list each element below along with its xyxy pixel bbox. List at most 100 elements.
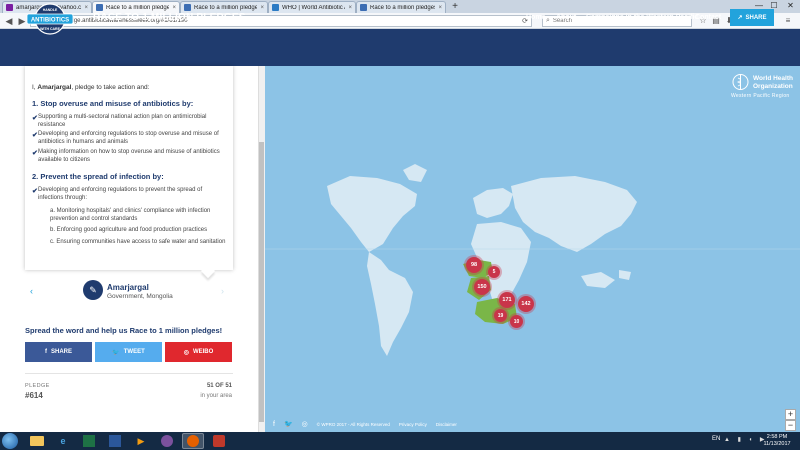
weibo-icon: ◎ [183, 349, 189, 356]
next-pledge-button[interactable]: › [221, 286, 224, 296]
twitter-icon: 🐦 [112, 349, 120, 356]
facebook-icon: f [44, 349, 47, 355]
previous-pledge-button[interactable]: ‹ [30, 286, 33, 296]
north-america-land [327, 176, 417, 252]
new-guinea-land [619, 270, 631, 280]
map-cluster[interactable]: 142 [518, 296, 534, 312]
who-icon [272, 4, 279, 11]
map-footer: f 🐦 ◎ © WPRO 2017 - All Rights Reserved … [265, 418, 785, 430]
section-1-item: Developing and enforcing regulations to … [38, 131, 219, 145]
section-2-title: 2. Prevent the spread of infection by: [32, 172, 164, 181]
facebook-share-button[interactable]: f SHARE [25, 342, 92, 362]
twitter-icon[interactable]: 🐦 [284, 420, 293, 428]
browser-tab[interactable]: WHO | World Antibiotic Awa × [268, 1, 356, 13]
section-1-title: 1. Stop overuse and misuse of antibiotic… [32, 99, 194, 108]
close-icon[interactable]: × [84, 5, 88, 11]
tab-title: Race to a million pledges to [370, 4, 436, 11]
map-canvas[interactable] [265, 66, 800, 432]
file-explorer-icon[interactable] [26, 433, 48, 449]
back-icon[interactable]: ◀ [3, 15, 15, 27]
privacy-policy-link[interactable]: Privacy Policy [399, 422, 427, 427]
nav-contact[interactable]: Contact [695, 14, 721, 21]
close-window-button[interactable]: ✕ [783, 0, 798, 11]
check-icon: ✔ [32, 188, 38, 195]
map-cluster[interactable]: 10 [510, 315, 523, 328]
viber-icon[interactable] [156, 433, 178, 449]
search-icon: ⌕ [546, 17, 550, 24]
count-suffix: in your area [200, 393, 232, 399]
section-2-subitem: b. Enforcing good agriculture and food p… [50, 227, 208, 233]
map-cluster[interactable]: 19 [494, 309, 507, 322]
intro-name: Amarjargal [37, 84, 72, 91]
site-header [0, 29, 800, 66]
zoom-out-button[interactable]: − [785, 420, 796, 431]
clock-time: 2:58 PM [766, 434, 788, 440]
check-icon: ✔ [32, 150, 38, 157]
close-icon[interactable]: × [172, 5, 176, 11]
map-cluster[interactable]: 150 [474, 279, 490, 295]
panel-scrollbar-thumb[interactable] [259, 142, 264, 422]
new-tab-button[interactable]: + [450, 1, 460, 12]
nav-campaigns[interactable]: Campaigns in the Western Pacific [586, 14, 698, 21]
spread-heading: Spread the word and help us Race to 1 mi… [25, 326, 223, 335]
tab-title: WHO | World Antibiotic Awa [282, 4, 345, 11]
site-icon [184, 4, 191, 11]
disclaimer-link[interactable]: Disclaimer [436, 422, 457, 427]
check-icon: ✔ [32, 115, 38, 122]
who-emblem-icon [732, 74, 749, 90]
world-map[interactable] [265, 66, 800, 432]
twitter-tweet-button[interactable]: 🐦 TWEET [95, 342, 162, 362]
weibo-share-button[interactable]: ◎ WEIBO [165, 342, 232, 362]
map-cluster[interactable]: 5 [488, 266, 500, 278]
close-icon[interactable]: × [348, 5, 352, 11]
who-title-line1: World Health [753, 75, 793, 82]
menu-icon[interactable]: ≡ [783, 16, 793, 26]
share-label: SHARE [745, 14, 767, 21]
who-region: Western Pacific Region [731, 93, 790, 99]
excel-icon[interactable] [78, 433, 100, 449]
close-icon[interactable]: × [438, 5, 442, 11]
close-icon[interactable]: × [260, 5, 264, 11]
intro-suffix: , pledge to take action and: [71, 84, 150, 91]
nav-home[interactable]: Home [526, 14, 545, 21]
map-cluster[interactable]: 98 [466, 257, 482, 273]
section-2-subitem: a. Monitoring hospitals' and clinics' co… [50, 208, 211, 222]
word-icon[interactable] [104, 433, 126, 449]
clock-date: 11/13/2017 [763, 441, 791, 447]
twitter-tweet-label: TWEET [123, 349, 145, 355]
tab-title: Race to a million pledges to [106, 4, 169, 11]
pledge-label: PLEDGE [25, 383, 50, 389]
tab-title: Race to a million pledges to [194, 4, 257, 11]
zoom-in-button[interactable]: + [785, 409, 796, 420]
pledger-organization: Government, Mongolia [107, 293, 173, 300]
header-share-button[interactable]: ↗ SHARE [730, 9, 774, 26]
paint-icon[interactable] [208, 433, 230, 449]
start-button[interactable] [2, 433, 18, 449]
site-icon [360, 4, 367, 11]
facebook-icon[interactable]: f [273, 421, 275, 428]
who-title-line2: Organization [753, 83, 793, 90]
count-of: OF [215, 383, 224, 389]
pledge-number: #614 [25, 391, 43, 400]
browser-tab[interactable]: Race to a million pledges to × [356, 1, 446, 13]
south-america-land [367, 252, 413, 356]
section-2-item: Developing and enforcing regulations to … [38, 187, 203, 201]
nav-about[interactable]: About [556, 14, 576, 21]
copyright-text: © WPRO 2017 - All Rights Reserved [316, 421, 390, 427]
count-current: 51 [206, 383, 214, 389]
europe-land [473, 188, 513, 218]
media-player-icon[interactable]: ▶ [130, 433, 152, 449]
greenland-land [403, 164, 427, 182]
firefox-icon[interactable] [182, 433, 204, 449]
map-cluster[interactable]: 171 [499, 292, 515, 308]
mail-icon [6, 4, 13, 11]
clock[interactable]: 2:58 PM 11/13/2017 [757, 434, 797, 448]
site-title[interactable]: RACE TO 1 MILLION PLEDGES [93, 12, 246, 23]
section-1-item: Supporting a multi-sectoral national act… [38, 114, 207, 128]
facebook-share-label: SHARE [50, 349, 72, 355]
antibiotics-logo[interactable]: HANDLE ANTIBIOTICS WITH CARE [25, 3, 75, 35]
section-1-item: Making information on how to stop overus… [38, 149, 220, 163]
weibo-icon[interactable]: ◎ [302, 420, 308, 428]
language-indicator[interactable]: EN [712, 436, 720, 442]
internet-explorer-icon[interactable]: e [52, 433, 74, 449]
